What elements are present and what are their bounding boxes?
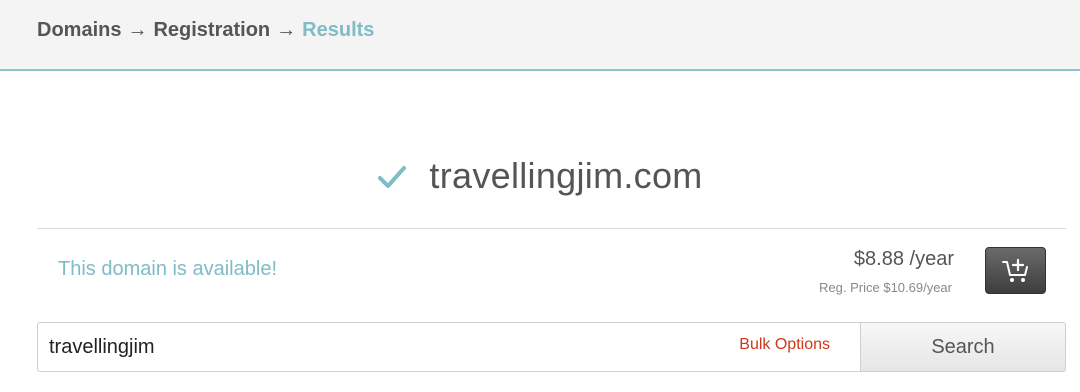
breadcrumb-separator: →	[127, 19, 148, 41]
regular-price: Reg. Price $10.69/year	[819, 280, 952, 295]
breadcrumb-separator: →	[276, 19, 297, 41]
header-bar: Domains → Registration → Results	[0, 0, 1080, 71]
add-to-cart-icon	[1001, 258, 1028, 282]
add-to-cart-button[interactable]	[985, 247, 1046, 294]
search-box: Bulk Options	[37, 322, 860, 372]
breadcrumb-item-registration[interactable]: Registration	[153, 19, 270, 41]
breadcrumb: Domains → Registration → Results	[37, 19, 374, 42]
domain-price: $8.88 /year	[853, 248, 954, 270]
domain-result-title: travellingjim.com	[0, 155, 1080, 197]
domain-search-input[interactable]	[38, 323, 718, 371]
divider	[37, 228, 1066, 229]
bulk-options-link[interactable]: Bulk Options	[739, 336, 830, 354]
search-button[interactable]: Search	[860, 322, 1066, 372]
breadcrumb-item-domains[interactable]: Domains	[37, 19, 121, 41]
domain-name: travellingjim.com	[429, 155, 703, 196]
check-icon	[378, 166, 407, 188]
breadcrumb-item-results: Results	[302, 19, 375, 41]
availability-status: This domain is available!	[58, 258, 277, 280]
